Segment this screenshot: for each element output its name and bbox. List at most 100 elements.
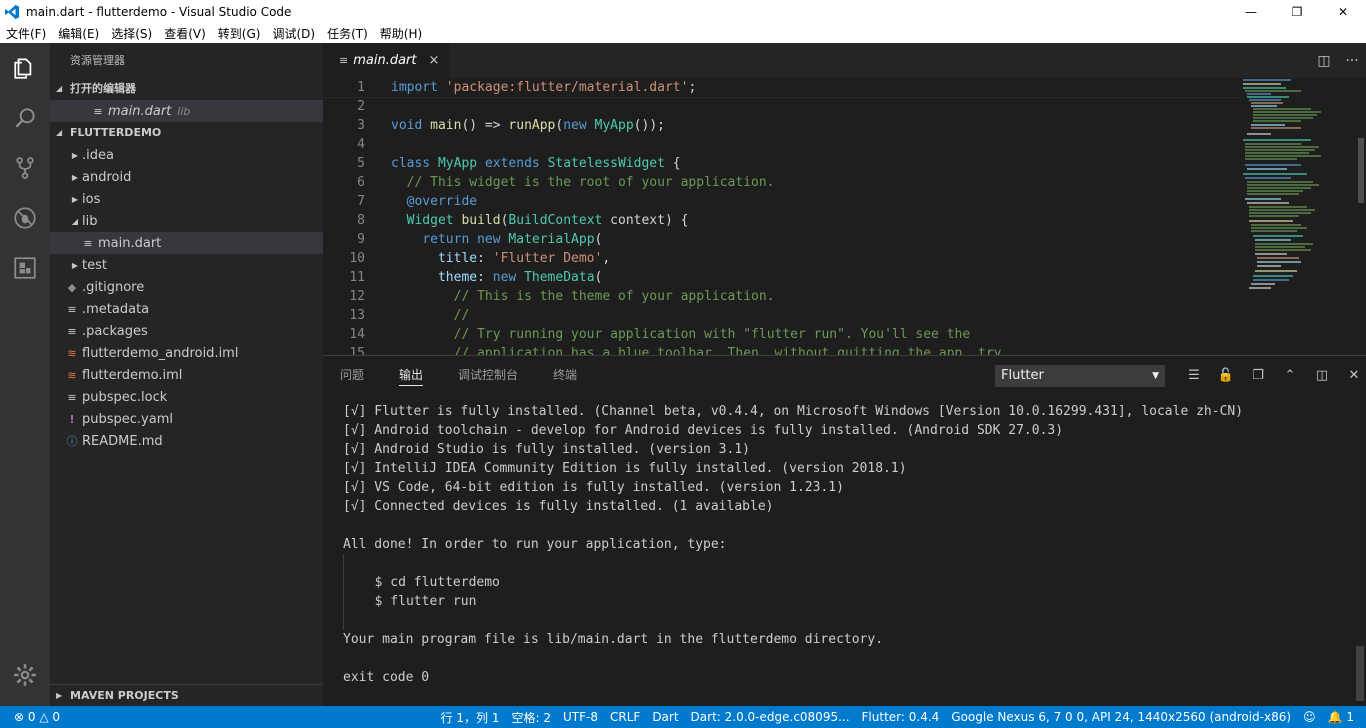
tree-folder-android[interactable]: ▶ android [50,166,323,188]
output-line: Your main program file is lib/main.dart … [343,632,884,647]
code-editor[interactable]: 1 import 'package:flutter/material.dart';… [323,78,1243,355]
more-actions-icon[interactable]: ··· [1338,53,1366,69]
code-line: 11 theme: new ThemeData( [349,270,603,285]
debug-icon[interactable] [0,193,50,243]
open-editor-item[interactable]: ≡ main.dart lib [50,100,323,122]
extensions-icon[interactable] [0,243,50,293]
code-line: 12 // This is the theme of your applicat… [349,289,775,304]
close-window-button[interactable]: ✕ [1320,0,1366,23]
tab-debug-console[interactable]: 调试控制台 [441,356,536,394]
chevron-right-icon: ▶ [71,172,79,182]
indentation[interactable]: 空格: 2 [506,709,558,726]
dart-sdk-version[interactable]: Dart: 2.0.0-edge.c08095... [685,710,856,724]
menu-go[interactable]: 转到(G) [212,25,267,42]
code-line: 9 return new MaterialApp( [357,232,603,247]
tree-file-iml[interactable]: ≋ flutterdemo.iml [50,364,323,386]
device-selector[interactable]: Google Nexus 6, 7 0 0, API 24, 1440x2560… [945,710,1297,724]
editor-scrollbar[interactable] [1358,138,1364,203]
cursor-position[interactable]: 行 1，列 1 [435,709,506,726]
menu-selection[interactable]: 选择(S) [105,25,158,42]
tree-file-metadata[interactable]: ≡ .metadata [50,298,323,320]
file-lines-icon: ≡ [67,390,77,404]
chevron-down-icon: ◢ [56,128,63,137]
problems-status[interactable]: ⊗ 0 △ 0 [8,710,66,724]
tab-terminal[interactable]: 终端 [536,356,595,394]
tree-folder-lib[interactable]: ◢ lib [50,210,323,232]
tree-folder-test[interactable]: ▶ test [50,254,323,276]
chevron-up-icon[interactable]: ⌃ [1274,368,1306,383]
activity-bar [0,43,50,706]
open-editors-header[interactable]: ◢ 打开的编辑器 [50,78,323,100]
code-line: 6 // This widget is the root of your app… [357,175,775,190]
file-lines-icon: ≡ [339,54,349,67]
tree-file-readme[interactable]: ⓘ README.md [50,430,323,452]
project-header[interactable]: ◢ FLUTTERDEMO [50,122,323,144]
output-panel: 问题 输出 调试控制台 终端 Flutter ▼ ☰ 🔓 ❐ ⌃ ◫ ✕ [√]… [323,355,1366,706]
split-editor-icon[interactable]: ◫ [1310,53,1338,69]
language-mode[interactable]: Dart [646,710,684,724]
tree-file-android-iml[interactable]: ≋ flutterdemo_android.iml [50,342,323,364]
code-line: 1 import 'package:flutter/material.dart'; [323,78,1243,98]
restore-button[interactable]: ❐ [1274,0,1320,23]
file-lines-icon: ≡ [93,104,103,118]
error-icon: ⊗ [14,710,25,724]
tab-problems[interactable]: 问题 [323,356,382,394]
info-icon: ⓘ [66,435,78,448]
output-line: [√] VS Code, 64-bit edition is fully ins… [343,480,844,495]
panel-scrollbar[interactable] [1356,646,1364,701]
maximize-panel-icon[interactable]: ◫ [1306,368,1338,383]
menu-help[interactable]: 帮助(H) [374,25,428,42]
menu-file[interactable]: 文件(F) [0,25,52,42]
tree-folder-idea[interactable]: ▶ .idea [50,144,323,166]
output-channel-select[interactable]: Flutter ▼ [995,365,1165,387]
menu-debug[interactable]: 调试(D) [266,25,321,42]
line-ending[interactable]: CRLF [604,710,646,724]
code-line: 2 [357,99,365,114]
output-line: [√] IntelliJ IDEA Community Edition is f… [343,461,907,476]
rss-icon: ≋ [67,368,77,382]
flutter-version[interactable]: Flutter: 0.4.4 [856,710,946,724]
tab-output[interactable]: 输出 [382,356,441,394]
file-lines-icon: ≡ [67,324,77,338]
menu-tasks[interactable]: 任务(T) [321,25,374,42]
output-line: exit code 0 [343,670,430,685]
output-line: $ flutter run [343,592,1243,611]
output-line: All done! In order to run your applicati… [343,537,727,552]
close-icon[interactable]: × [429,53,440,68]
code-line: 14 // Try running your application with … [349,327,971,342]
notifications[interactable]: 🔔 1 [1322,710,1360,724]
output-line: [√] Android toolchain - develop for Andr… [343,423,1064,438]
file-lines-icon: ≡ [67,302,77,316]
output-line [343,611,1243,630]
gear-icon[interactable] [0,650,50,700]
minimap[interactable] [1241,78,1353,355]
menu-edit[interactable]: 编辑(E) [52,25,105,42]
tree-file-pubspec-yaml[interactable]: ! pubspec.yaml [50,408,323,430]
explorer-icon[interactable] [0,43,50,93]
editor-area: ≡ main.dart × ◫ ··· 1 import 'package:flu… [323,43,1366,355]
code-line: 5 class MyApp extends StatelessWidget { [357,156,681,171]
title-bar: main.dart - flutterdemo - Visual Studio … [0,0,1366,23]
tab-main-dart[interactable]: ≡ main.dart × [323,43,450,78]
encoding[interactable]: UTF-8 [557,710,604,724]
source-control-icon[interactable] [0,143,50,193]
minimize-button[interactable]: — [1228,0,1274,23]
warning-icon: △ [39,710,49,724]
tree-file-gitignore[interactable]: ◆ .gitignore [50,276,323,298]
close-panel-icon[interactable]: ✕ [1338,368,1366,383]
menu-view[interactable]: 查看(V) [158,25,212,42]
chevron-right-icon: ▶ [71,260,79,270]
clear-output-icon[interactable]: ☰ [1178,368,1210,383]
tree-file-packages[interactable]: ≡ .packages [50,320,323,342]
lock-scroll-icon[interactable]: 🔓 [1210,368,1242,383]
search-icon[interactable] [0,93,50,143]
smiley-icon[interactable]: ☺ [1297,710,1322,724]
maven-projects-header[interactable]: ▶ MAVEN PROJECTS [50,684,323,706]
file-lines-icon: ≡ [83,236,93,250]
chevron-down-icon: ▼ [1152,371,1159,381]
tree-file-pubspec-lock[interactable]: ≡ pubspec.lock [50,386,323,408]
open-log-icon[interactable]: ❐ [1242,368,1274,383]
tree-file-main-dart[interactable]: ≡ main.dart [50,232,323,254]
tree-folder-ios[interactable]: ▶ ios [50,188,323,210]
